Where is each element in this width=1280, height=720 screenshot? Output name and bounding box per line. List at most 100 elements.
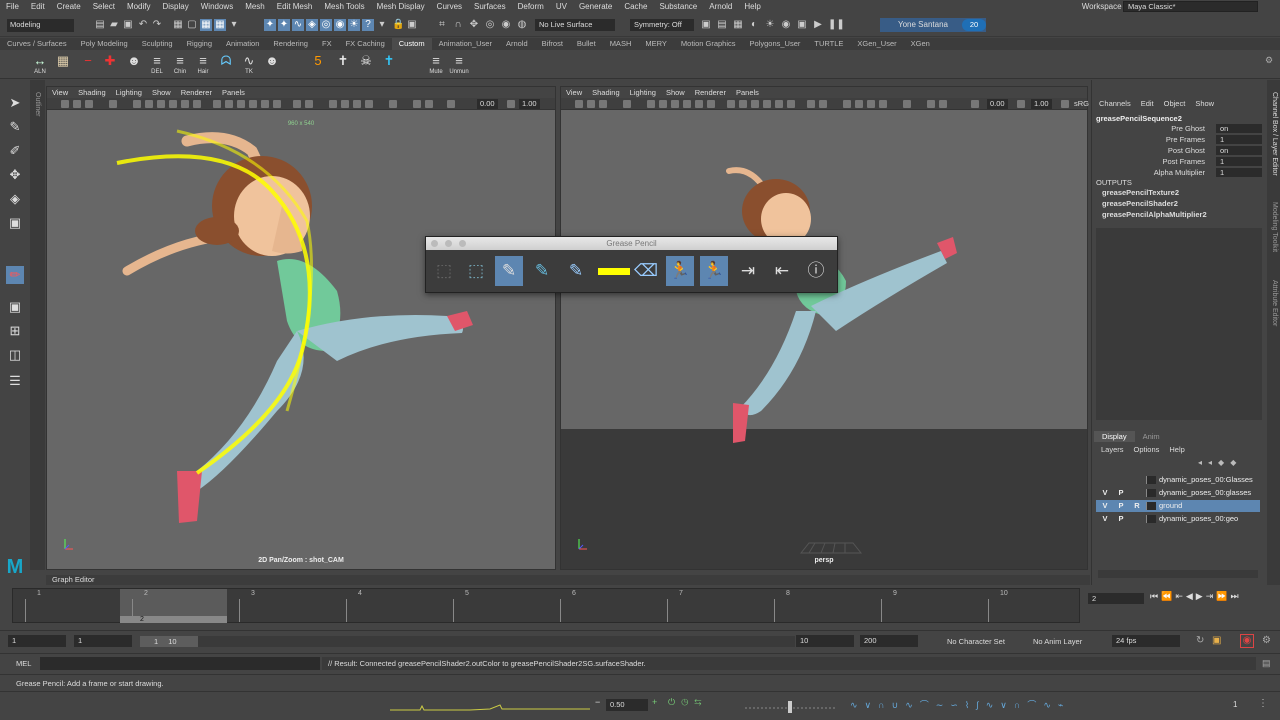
viewport-menu-panels[interactable]: Panels <box>217 87 250 98</box>
grease-pencil-tool-icon[interactable]: ✏ <box>6 266 24 284</box>
menu-mesh-display[interactable]: Mesh Display <box>371 0 431 13</box>
attribute-value[interactable]: 1 <box>1216 135 1262 144</box>
shelf-button-tool-9[interactable]: ᗣ <box>216 53 236 75</box>
current-frame-field[interactable]: 2 <box>1088 593 1144 604</box>
curve-tool-6-icon[interactable]: ⌒ <box>920 700 936 710</box>
multisample-icon[interactable] <box>867 100 875 108</box>
select-tool-icon[interactable]: ➤ <box>6 94 24 112</box>
layer-color-swatch[interactable] <box>1146 502 1156 510</box>
attribute-name[interactable]: Alpha Multiplier <box>1154 168 1205 177</box>
playblast-icon[interactable]: ▶ <box>812 19 824 31</box>
delete-frame-icon[interactable]: ⬚ <box>462 256 490 286</box>
arrows-icon[interactable]: ⇆ <box>694 697 707 707</box>
viewport-menu-renderer[interactable]: Renderer <box>176 87 217 98</box>
safe-action-icon[interactable] <box>193 100 201 108</box>
curve-tool-12-icon[interactable]: ∨ <box>1000 700 1014 710</box>
new-scene-icon[interactable]: ▤ <box>94 19 106 31</box>
viewport-menu-renderer[interactable]: Renderer <box>690 87 731 98</box>
mask-handles-icon[interactable]: ✦ <box>264 19 276 31</box>
shelf-button-tool-2[interactable]: ▦ <box>53 53 73 75</box>
command-input[interactable] <box>40 657 320 670</box>
go-to-end-icon[interactable]: ⏭ <box>1230 591 1241 601</box>
shelf-button-tk[interactable]: ∿ TK <box>239 53 259 75</box>
open-scene-icon[interactable]: ▰ <box>108 19 120 31</box>
shelf-tab-xgen[interactable]: XGen <box>904 38 937 50</box>
shelf-button-tool-15[interactable]: ✝ <box>379 53 399 75</box>
auto-key-icon[interactable]: ▣ <box>1212 635 1221 646</box>
camera-select-icon[interactable] <box>575 100 583 108</box>
frame-menu-icon[interactable]: ⋮ <box>1258 698 1268 709</box>
loop-icon[interactable]: ↻ <box>1196 635 1204 646</box>
four-view-layout-icon[interactable]: ⊞ <box>6 322 24 340</box>
outliner-strip[interactable]: Outliner <box>30 80 45 570</box>
attribute-value[interactable]: 1 <box>1216 157 1262 166</box>
layer-tab-display[interactable]: Display <box>1094 431 1135 442</box>
attribute-name[interactable]: Pre Ghost <box>1171 124 1205 133</box>
character-set-label[interactable]: No Character Set <box>947 637 1005 646</box>
menu-mesh-tools[interactable]: Mesh Tools <box>318 0 370 13</box>
field-chart-icon[interactable] <box>181 100 189 108</box>
lights-icon[interactable] <box>261 100 269 108</box>
layer-menu-layers[interactable]: Layers <box>1096 445 1129 454</box>
shelf-tab-sculpting[interactable]: Sculpting <box>135 38 180 50</box>
move-layer-up-icon[interactable]: ◂ <box>1198 458 1208 467</box>
redo-icon[interactable]: ↷ <box>151 19 163 31</box>
attribute-row[interactable]: Alpha Multiplier 1 <box>1092 168 1262 178</box>
exposure-icon[interactable] <box>971 100 979 108</box>
ghost-previous-icon[interactable]: 🏃 <box>666 256 694 286</box>
make-live-icon[interactable]: ◍ <box>516 19 528 31</box>
menu-curves[interactable]: Curves <box>431 0 468 13</box>
menu-substance[interactable]: Substance <box>653 0 703 13</box>
gamma-value[interactable]: 1.00 <box>1031 99 1052 109</box>
rotate-tool-icon[interactable]: ◈ <box>6 190 24 208</box>
ambient-occlusion-icon[interactable] <box>329 100 337 108</box>
shelf-button-hair[interactable]: ≡ Hair <box>193 53 213 75</box>
mask-more-icon[interactable]: ▾ <box>376 19 388 31</box>
xray-icon[interactable] <box>293 100 301 108</box>
scale-tool-icon[interactable]: ▣ <box>6 214 24 232</box>
layer-row[interactable]: V Pdynamic_poses_00:geo <box>1096 513 1260 525</box>
shelf-settings-icon[interactable]: ⚙ <box>1265 55 1273 66</box>
timer-icon[interactable]: ◷ <box>681 697 694 707</box>
depth-of-field-icon[interactable] <box>365 100 373 108</box>
viewport-menu-lighting[interactable]: Lighting <box>625 87 661 98</box>
layer-reference-toggle[interactable]: R <box>1132 500 1142 512</box>
image-plane-icon[interactable] <box>109 100 117 108</box>
viewport-menu-lighting[interactable]: Lighting <box>111 87 147 98</box>
isolate-select-icon[interactable] <box>389 100 397 108</box>
smooth-shade-icon[interactable] <box>739 100 747 108</box>
motion-blur-icon[interactable] <box>855 100 863 108</box>
shelf-button-aln[interactable]: ↔ ALN <box>30 53 50 75</box>
curve-tool-15-icon[interactable]: ∿ <box>1043 700 1058 710</box>
fps-select[interactable]: 24 fps <box>1112 635 1180 647</box>
scene-start-field[interactable]: 1 <box>8 635 66 647</box>
layer-menu-help[interactable]: Help <box>1164 445 1189 454</box>
power-icon[interactable]: ⏻ <box>668 697 681 707</box>
curve-tool-10-icon[interactable]: ∫ <box>976 700 985 710</box>
menu-edit-mesh[interactable]: Edit Mesh <box>271 0 319 13</box>
shelf-tab-bullet[interactable]: Bullet <box>570 38 603 50</box>
curve-tool-7-icon[interactable]: ∼ <box>936 700 951 710</box>
shelf-tab-mery[interactable]: MERY <box>638 38 674 50</box>
scene-end-field[interactable]: 200 <box>860 635 918 647</box>
ambient-occlusion-icon[interactable] <box>843 100 851 108</box>
anim-layer-label[interactable]: No Anim Layer <box>1033 637 1082 646</box>
stroke-color-swatch[interactable] <box>598 268 630 275</box>
shelf-tab-turtle[interactable]: TURTLE <box>807 38 850 50</box>
layer-playback-toggle[interactable]: P <box>1116 487 1126 499</box>
layer-color-swatch[interactable] <box>1146 489 1156 497</box>
attribute-name[interactable]: Pre Frames <box>1166 135 1205 144</box>
channel-menu-edit[interactable]: Edit <box>1136 98 1159 110</box>
grid-icon[interactable] <box>647 100 655 108</box>
hud-more-icon[interactable] <box>425 100 433 108</box>
curve-tool-5-icon[interactable]: ∿ <box>905 700 920 710</box>
render-view-icon[interactable]: ☀ <box>764 19 776 31</box>
tween-slider[interactable] <box>745 696 835 714</box>
shelf-tab-curves-surfaces[interactable]: Curves / Surfaces <box>0 38 74 50</box>
gate-mask-icon[interactable] <box>169 100 177 108</box>
curve-tool-16-icon[interactable]: ⌁ <box>1058 700 1070 710</box>
snap-grid-icon[interactable]: ⌗ <box>436 19 448 31</box>
channel-menu-channels[interactable]: Channels <box>1094 98 1136 110</box>
color-management-icon[interactable] <box>1061 100 1069 108</box>
image-plane-icon[interactable] <box>623 100 631 108</box>
